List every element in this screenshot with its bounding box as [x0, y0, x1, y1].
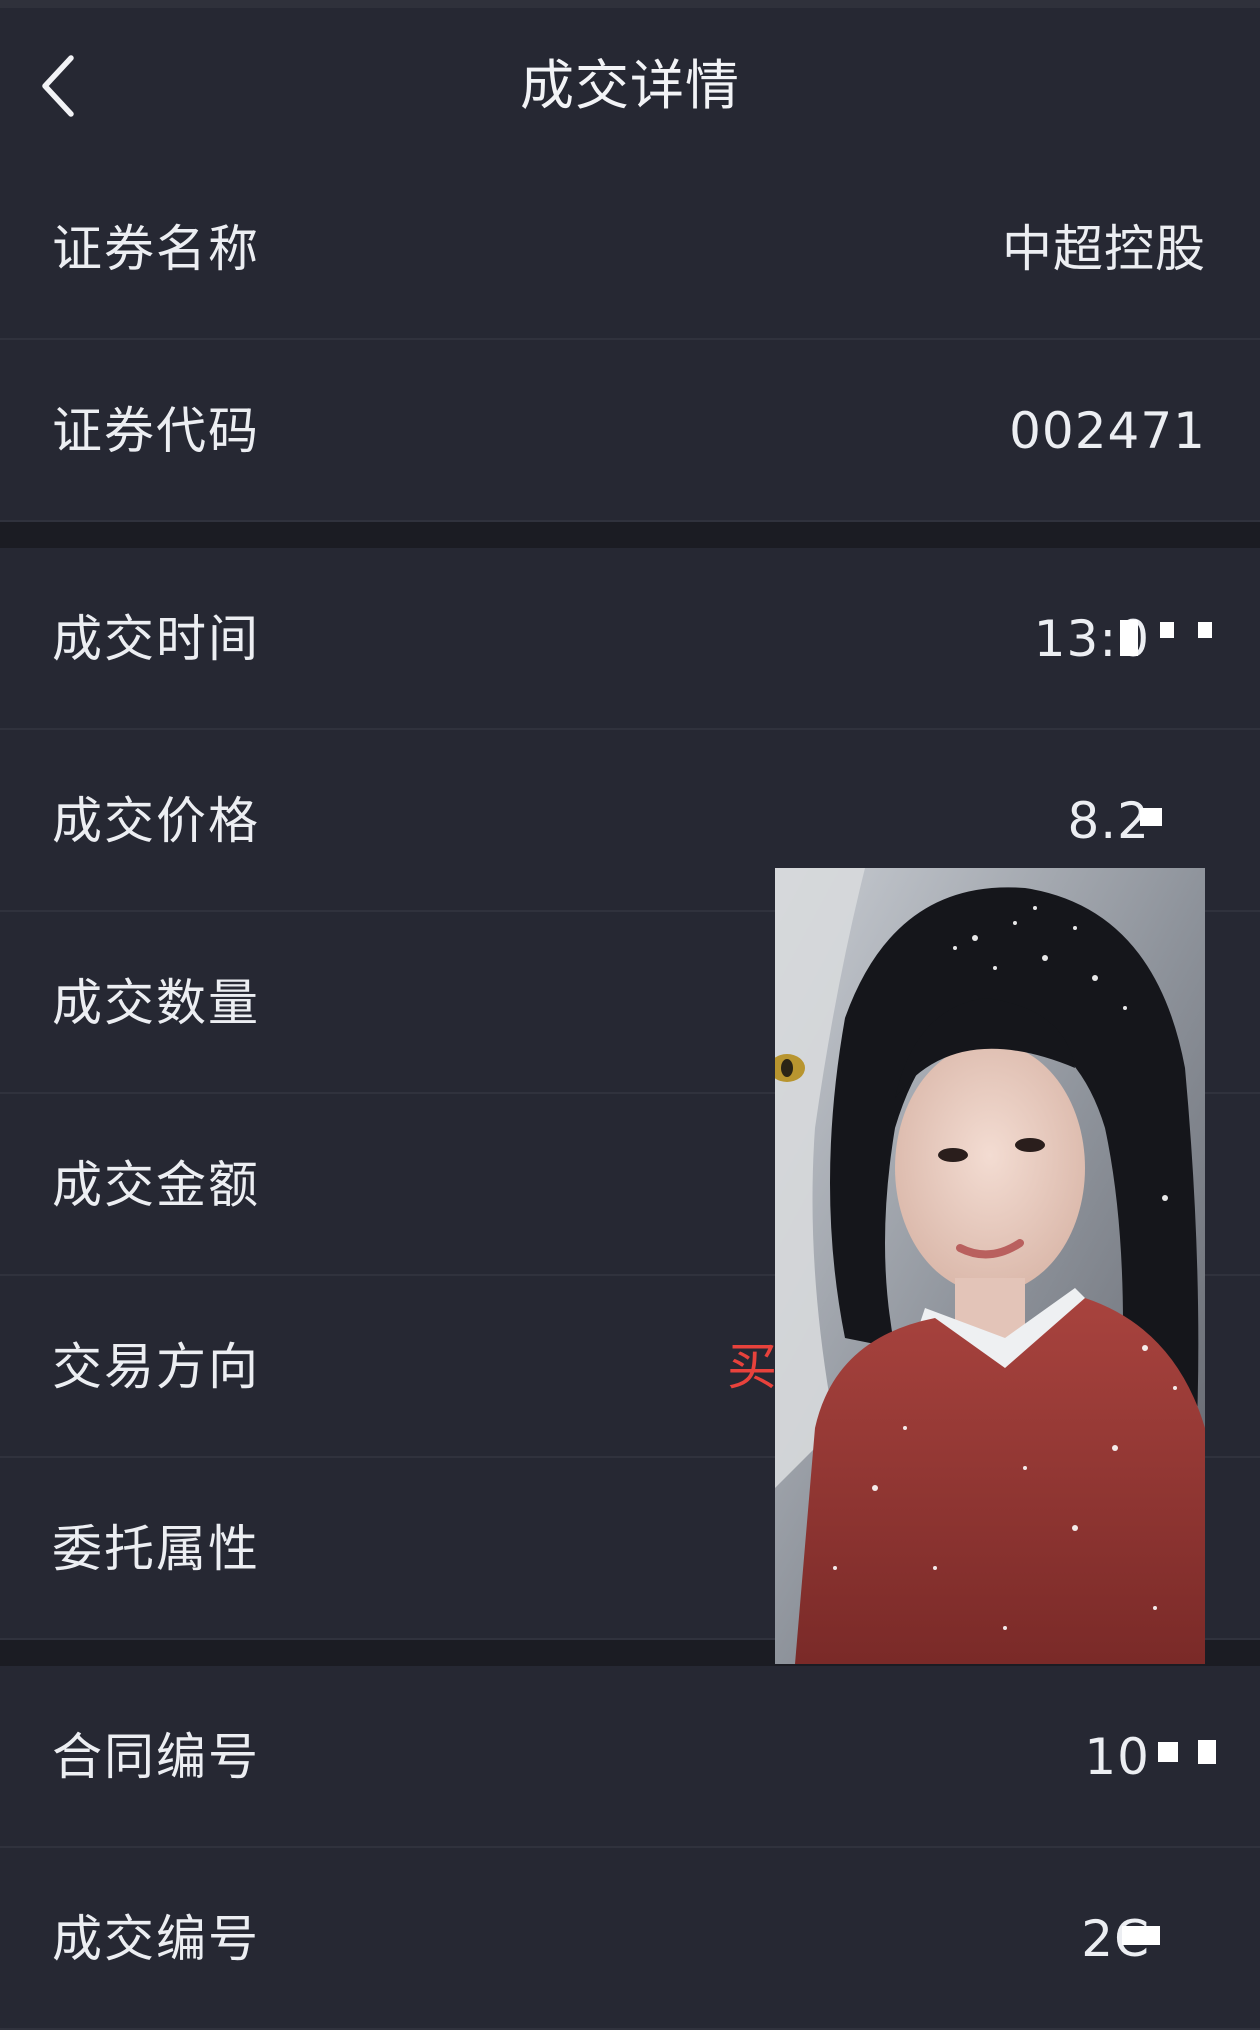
redaction-mark: [1158, 1742, 1178, 1762]
row-security-code: 证券代码 002471: [0, 340, 1260, 522]
row-label: 委托属性: [52, 1520, 260, 1578]
row-label: 成交编号: [52, 1910, 260, 1968]
row-security-name: 证券名称 中超控股: [0, 158, 1260, 340]
redaction-mark: [1198, 1740, 1216, 1764]
redaction-mark: [1198, 622, 1212, 638]
row-label: 成交价格: [52, 792, 260, 850]
redaction-mark: [1120, 620, 1138, 656]
row-label: 成交时间: [52, 610, 260, 668]
row-trade-time: 成交时间 13:0: [0, 548, 1260, 730]
page-title: 成交详情: [520, 54, 740, 117]
row-label: 交易方向: [52, 1338, 260, 1396]
row-label: 成交数量: [52, 974, 260, 1032]
row-label: 证券名称: [52, 220, 260, 278]
overlay-portrait-photo: [775, 868, 1205, 1664]
row-label: 证券代码: [52, 402, 260, 460]
row-trade-number: 成交编号 2C: [0, 1848, 1260, 2030]
row-value: 10: [1084, 1728, 1150, 1786]
status-strip: [0, 0, 1260, 8]
redaction-mark: [1122, 1926, 1160, 1945]
redaction-mark: [1160, 622, 1174, 638]
row-value: 002471: [1009, 402, 1206, 460]
section-gap: [0, 522, 1260, 548]
redaction-mark: [1140, 808, 1162, 826]
row-contract-number: 合同编号 10: [0, 1666, 1260, 1848]
nav-header: 成交详情: [0, 8, 1260, 158]
row-value: 中超控股: [1002, 220, 1206, 278]
row-label: 合同编号: [52, 1728, 260, 1786]
row-label: 成交金额: [52, 1156, 260, 1214]
row-value: 买: [727, 1338, 778, 1396]
